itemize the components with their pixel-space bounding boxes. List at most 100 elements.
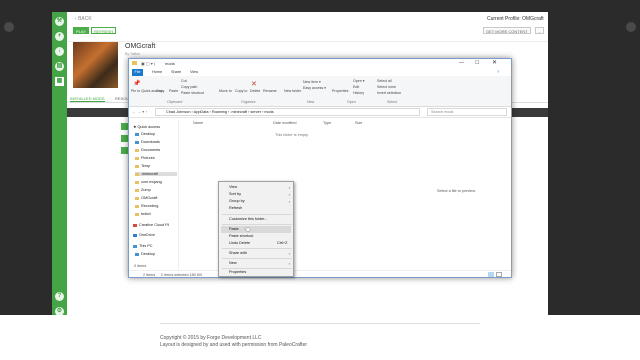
plus-icon[interactable]: + xyxy=(55,32,64,41)
tiles-view-icon[interactable] xyxy=(496,272,502,277)
open-button[interactable]: Open ▾ xyxy=(353,79,365,83)
paste-shortcut-button[interactable]: Paste shortcut xyxy=(181,91,204,95)
nav-item[interactable]: com.mojang xyxy=(135,180,162,184)
menu-item-share-with[interactable]: Share with xyxy=(229,251,247,255)
nav-quick-access[interactable]: ★ Quick access xyxy=(133,124,160,129)
help-icon[interactable]: ? xyxy=(497,69,499,74)
footer-credit: Layout is designed by and used with perm… xyxy=(160,342,308,348)
column-size[interactable]: Size xyxy=(355,121,362,125)
chevron-right-icon: › xyxy=(288,192,290,197)
nav-label: com.mojang xyxy=(141,180,162,184)
nav-item-selected[interactable]: .minecraft xyxy=(135,172,177,176)
minimize-button[interactable]: — xyxy=(459,60,464,66)
column-type[interactable]: Type xyxy=(323,121,331,125)
select-all-button[interactable]: Select all xyxy=(377,79,392,83)
copy-to-button[interactable]: Copy to xyxy=(235,89,247,93)
nav-label: OMGcraft xyxy=(141,196,158,200)
close-button[interactable]: ✕ xyxy=(492,59,497,66)
status-bar: 2 items 2 items selected 180 KB xyxy=(129,270,511,278)
copy-button[interactable]: Copy xyxy=(156,89,164,93)
paste-button[interactable]: Paste xyxy=(169,89,178,93)
help-icon[interactable]: ? xyxy=(55,292,64,301)
crumb[interactable]: Chad Johnson xyxy=(166,110,191,114)
copy-path-button[interactable]: Copy path xyxy=(181,85,197,89)
new-folder-button[interactable]: New folder xyxy=(284,89,301,93)
crumb[interactable]: .minecraft xyxy=(230,110,247,114)
menu-item-paste-shortcut[interactable]: Paste shortcut xyxy=(229,234,253,238)
rename-button[interactable]: Rename xyxy=(263,89,277,93)
nav-item[interactable]: OMGcraft xyxy=(135,196,157,200)
get-more-content-button[interactable]: GET MORE CONTENT xyxy=(483,27,531,34)
nav-label: Desktop xyxy=(141,132,155,136)
status-left: 0 items xyxy=(134,264,147,268)
menu-item-customize[interactable]: Customize this folder... xyxy=(229,217,267,221)
nav-item[interactable]: Desktop xyxy=(135,132,155,136)
tab-view[interactable]: View xyxy=(190,70,198,74)
chevron-right-icon: › xyxy=(288,185,290,190)
history-button[interactable]: History xyxy=(353,91,364,95)
undo-shortcut: Ctrl+Z xyxy=(277,241,288,245)
nav-creative-cloud[interactable]: Creative Cloud Fil xyxy=(133,223,169,227)
menu-item-properties[interactable]: Properties xyxy=(229,270,246,274)
menu-item-view[interactable]: View xyxy=(229,185,237,189)
column-date-modified[interactable]: Date modified xyxy=(273,121,296,125)
mod-checkbox[interactable] xyxy=(121,135,128,142)
crumb[interactable]: Roaming xyxy=(212,110,227,114)
title-bar: ▣ ▢ ▾ | mods — ☐ ✕ xyxy=(129,59,511,68)
chart-icon[interactable]: ▤ xyxy=(55,62,64,71)
back-link[interactable]: ‹ BACK xyxy=(75,16,92,22)
mouse-cursor-icon: ☚ xyxy=(244,227,251,234)
download-icon[interactable]: ↓ xyxy=(55,47,64,56)
address-bar[interactable]: Chad Johnson › AppData › Roaming › .mine… xyxy=(155,108,420,116)
properties-button[interactable]: Properties xyxy=(332,89,348,93)
nav-item[interactable]: Zump xyxy=(135,188,151,192)
group-clipboard: Clipboard xyxy=(167,100,183,104)
quick-access-toolbar[interactable]: ▣ ▢ ▾ | xyxy=(141,61,155,66)
nav-arrows[interactable]: ← → ▾ ↑ xyxy=(132,109,147,114)
crumb[interactable]: AppData xyxy=(194,110,209,114)
maximize-button[interactable]: ☐ xyxy=(475,60,479,66)
crumb[interactable]: mods xyxy=(264,110,273,114)
play-button[interactable]: PLAY xyxy=(73,27,89,34)
cut-button[interactable]: Cut xyxy=(181,79,187,83)
nav-item[interactable]: Pictures xyxy=(135,156,155,160)
nav-item[interactable]: Documents xyxy=(135,148,160,152)
delete-button[interactable]: Delete xyxy=(250,89,260,93)
launcher-sidebar: ⚒ + ↓ ▤ ▦ ? ⚙ xyxy=(52,12,67,321)
new-item-button[interactable]: New item ▾ xyxy=(303,80,321,84)
nav-item[interactable]: twitch xyxy=(135,212,151,216)
invert-selection-button[interactable]: Invert selection xyxy=(377,91,401,95)
mod-checkbox[interactable] xyxy=(121,123,128,130)
menu-item-new[interactable]: New xyxy=(229,261,237,265)
menu-item-undo-delete[interactable]: Undo Delete xyxy=(229,241,250,245)
nav-item[interactable]: Downloads xyxy=(135,140,160,144)
tab-file[interactable]: File xyxy=(132,69,143,76)
mod-checkbox[interactable] xyxy=(121,147,128,154)
move-to-button[interactable]: Move to xyxy=(219,89,232,93)
menu-item-group-by[interactable]: Group by xyxy=(229,199,245,203)
tab-home[interactable]: Home xyxy=(152,70,162,74)
anvil-icon[interactable]: ⚒ xyxy=(55,17,64,26)
menu-item-sort-by[interactable]: Sort by xyxy=(229,192,241,196)
menu-item-paste[interactable]: Paste xyxy=(229,227,239,231)
refresh-button[interactable]: REFRESH xyxy=(91,27,117,34)
nav-item[interactable]: Desktop xyxy=(135,252,155,256)
crumb[interactable]: server xyxy=(250,110,261,114)
nav-label: twitch xyxy=(141,212,151,216)
nav-onedrive[interactable]: OneDrive xyxy=(133,233,155,237)
easy-access-button[interactable]: Easy access ▾ xyxy=(303,86,326,90)
grid-icon[interactable]: ▦ xyxy=(55,77,64,86)
page-footer: Copyright © 2015 by Forge Development LL… xyxy=(0,315,640,360)
menu-item-refresh[interactable]: Refresh xyxy=(229,206,242,210)
more-button[interactable]: ... xyxy=(535,27,545,34)
nav-this-pc[interactable]: This PC xyxy=(133,244,153,248)
tab-share[interactable]: Share xyxy=(171,70,181,74)
nav-item[interactable]: Temp xyxy=(135,164,150,168)
details-view-icon[interactable] xyxy=(488,272,494,277)
edit-button[interactable]: Edit xyxy=(353,85,359,89)
search-box[interactable]: Search mods xyxy=(427,108,507,116)
tab-installed-mods[interactable]: INSTALLED MODS xyxy=(70,96,105,102)
column-name[interactable]: Name xyxy=(193,121,203,125)
select-none-button[interactable]: Select none xyxy=(377,85,396,89)
nav-item[interactable]: Recording xyxy=(135,204,158,208)
